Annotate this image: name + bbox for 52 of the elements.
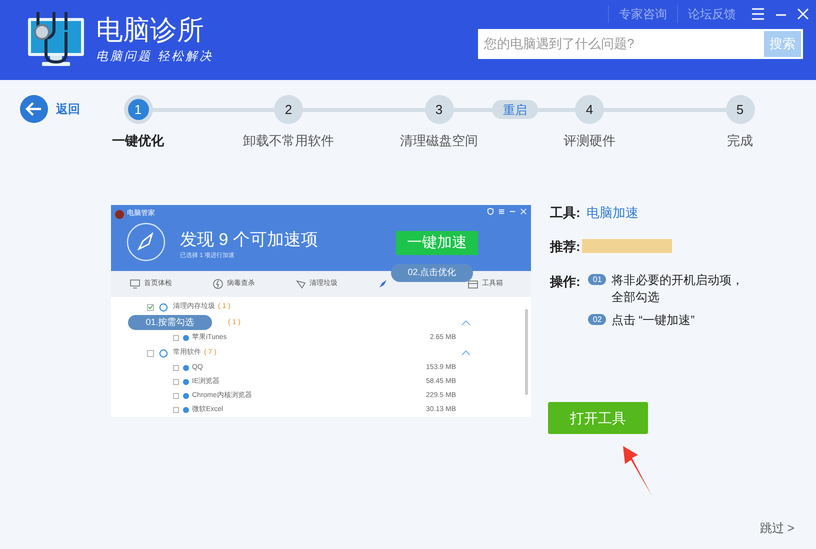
tool-link[interactable]: 电脑加速 [586,203,638,222]
step-label: 一键优化 [112,132,164,150]
checkbox[interactable] [173,379,179,385]
app-logo-icon [115,210,124,219]
skip-link[interactable]: 跳过 > [760,519,794,537]
group-icon [159,302,168,312]
step-label: 评测硬件 [564,132,616,150]
app-title: 电脑诊所 [96,14,205,46]
open-tool-button[interactable]: 打开工具 [548,402,648,434]
operation-text: 将非必要的开机启动项，全部勾选 [611,272,744,306]
tab-icon[interactable] [467,278,479,290]
recommend-label: 推荐: [550,238,580,256]
step-label: 卸载不常用软件 [243,132,334,150]
callout-bubble: 01.按需勾选 [128,315,212,330]
menu-icon[interactable] [498,208,505,215]
collapse-icon[interactable] [461,350,471,356]
back-link[interactable]: 返回 [56,100,80,118]
tab-icon[interactable] [294,278,306,290]
step-label: 清理磁盘空间 [400,132,478,150]
group-icon [159,348,168,358]
app-icon [183,407,189,413]
minimize-icon[interactable] [509,208,516,215]
header-link[interactable]: 论坛反馈 [677,5,746,23]
step-number-badge: 01 [588,274,606,285]
step-number-badge: 02 [588,314,606,325]
tool-label: 工具: [550,204,580,222]
checkbox[interactable] [147,350,154,356]
app-icon [183,365,189,371]
app-icon [183,335,189,341]
close-icon[interactable] [520,208,527,215]
app-icon [183,393,189,399]
callout-bubble: 02.点击优化 [391,264,473,282]
checkbox[interactable] [173,393,179,399]
operation-text: 点击 “一键加速” [611,312,696,329]
checkbox[interactable] [173,407,179,413]
preview-headline: 发现 9 个可加速项 [180,230,318,250]
collapse-icon[interactable] [461,320,471,326]
menu-icon[interactable] [751,7,765,21]
tab-icon[interactable] [212,278,224,290]
checkbox[interactable] [173,335,179,341]
step-label: 完成 [727,132,753,150]
tab-icon[interactable] [129,278,141,290]
checkbox[interactable] [147,304,154,310]
app-slogan: 电脑问题 轻松解决 [96,48,214,65]
checkbox[interactable] [173,365,179,371]
shield-icon[interactable] [487,208,494,215]
restart-badge: 重启 [492,100,538,119]
close-icon[interactable] [797,8,809,20]
header-link[interactable]: 专家咨询 [608,5,677,23]
app-icon [183,379,189,385]
speed-up-button[interactable]: 一键加速 [396,231,478,255]
operation-label: 操作: [550,273,580,291]
